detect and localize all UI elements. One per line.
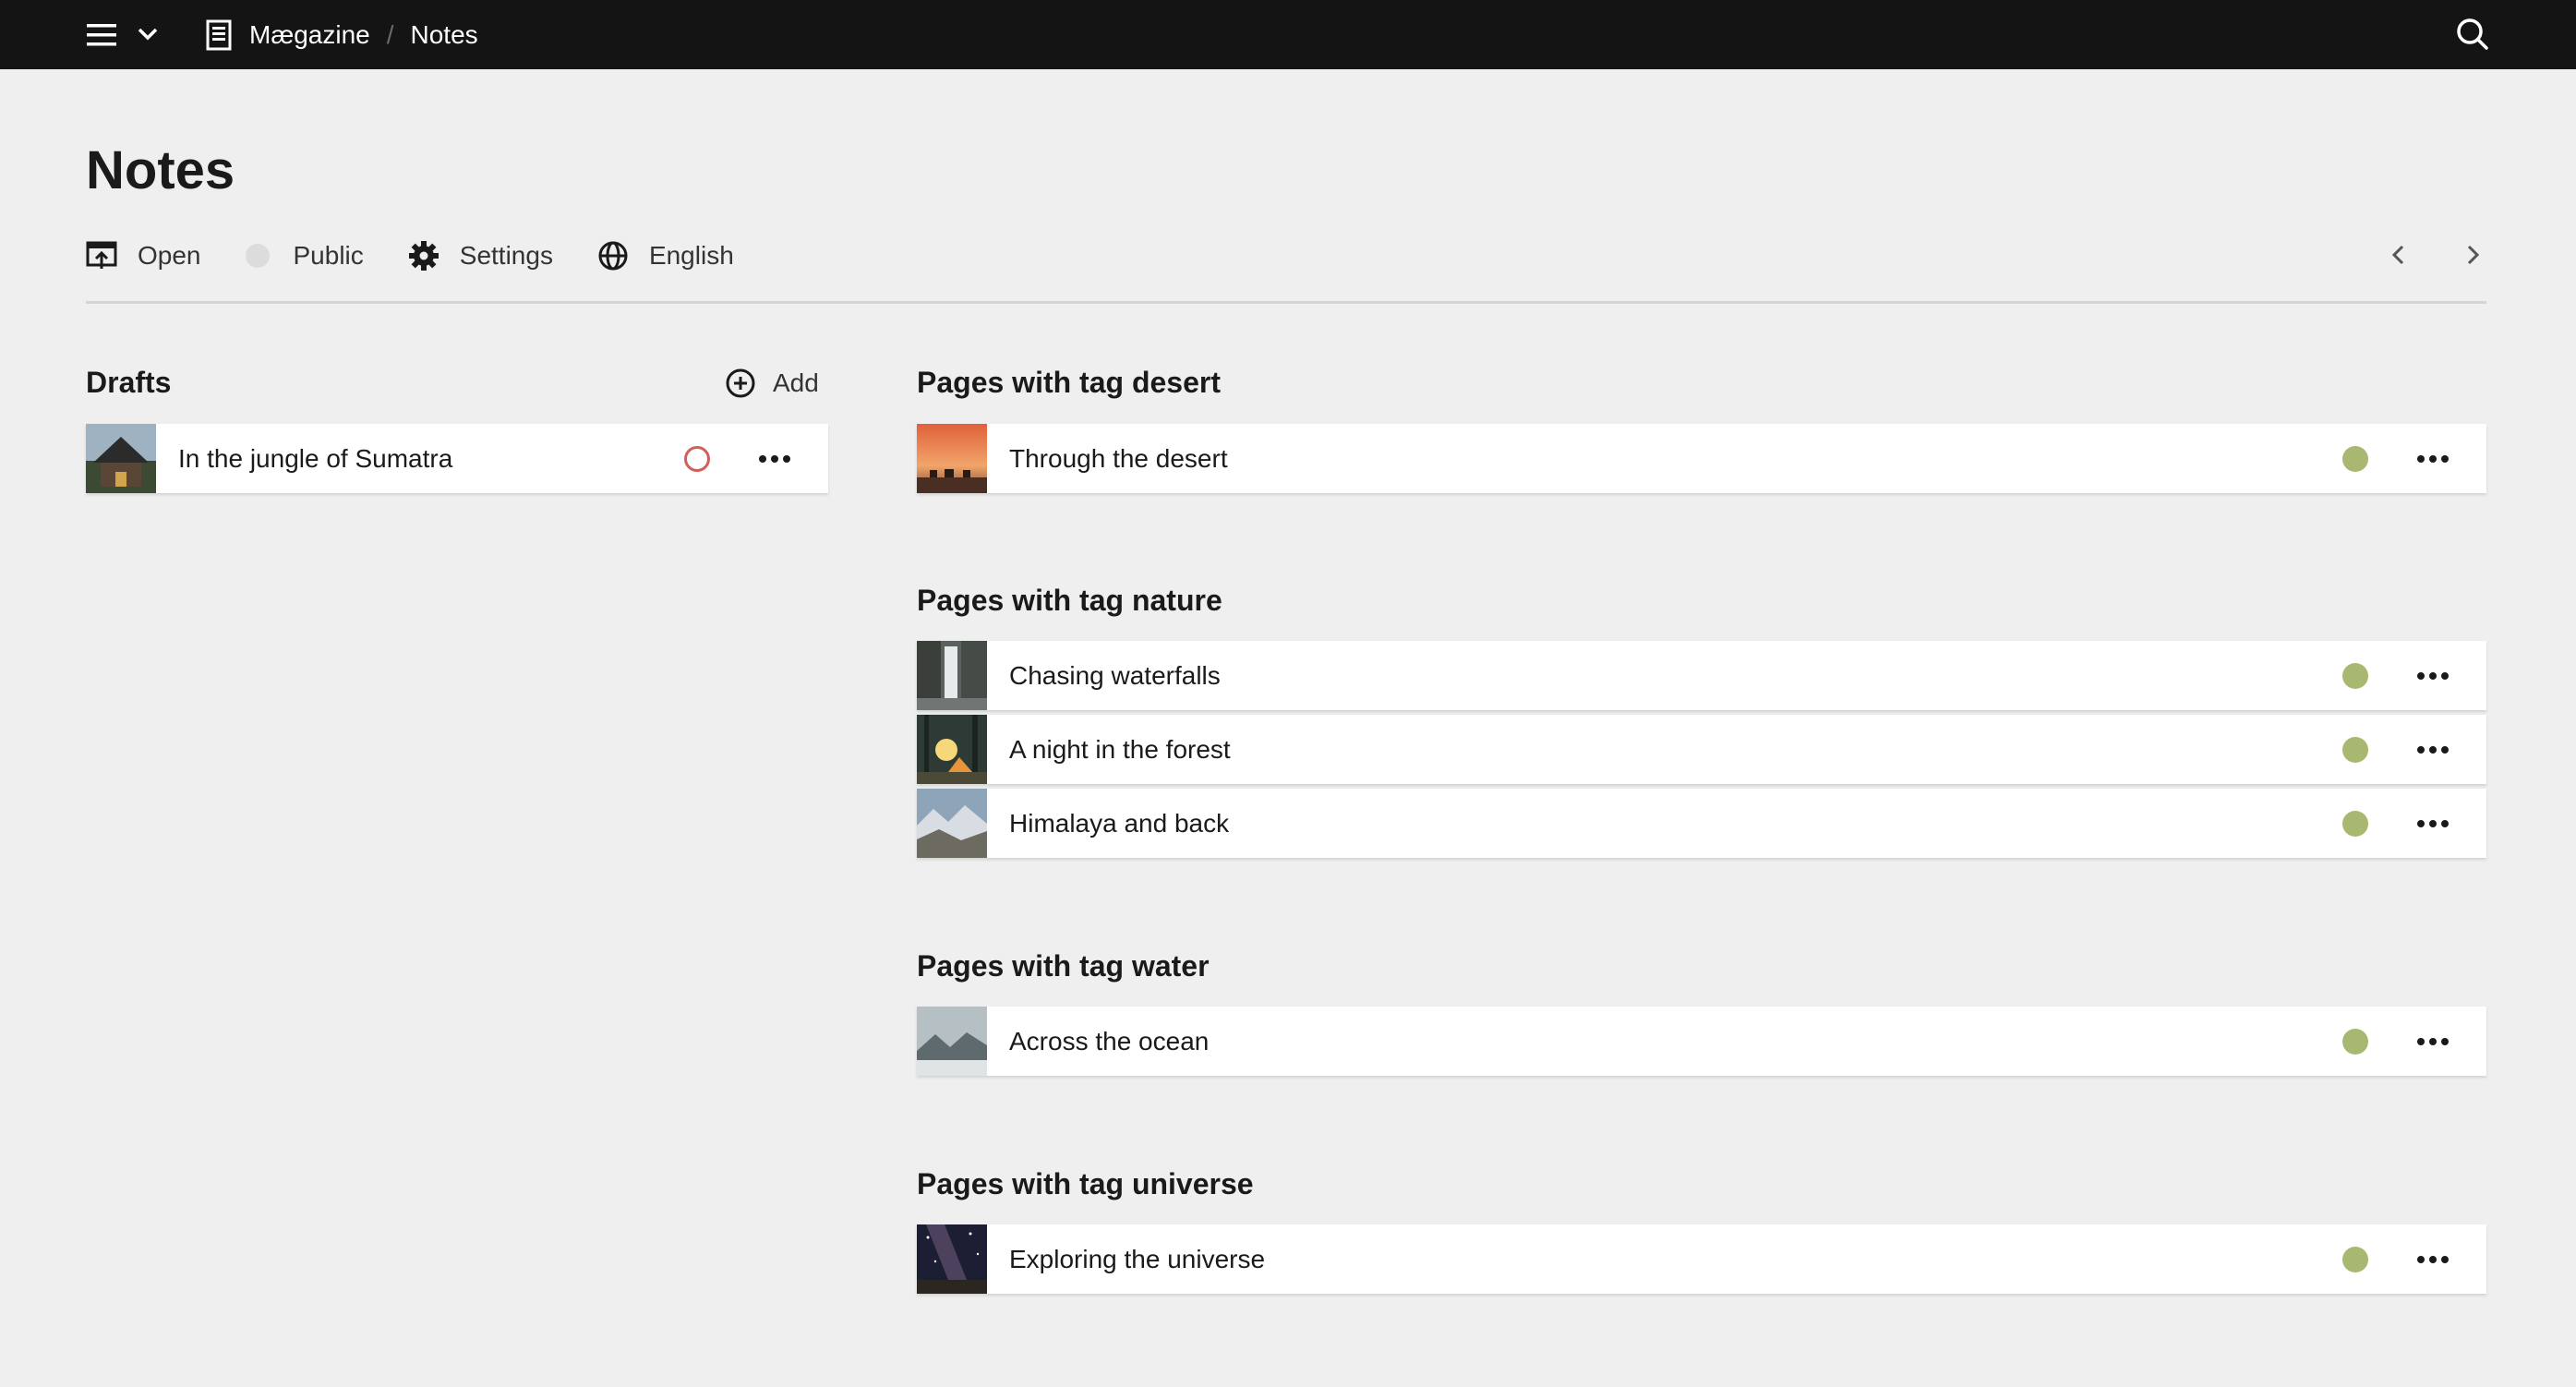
page-row[interactable]: Exploring the universe	[917, 1224, 2486, 1294]
page-title-link[interactable]: Himalaya and back	[1009, 809, 2342, 838]
page-row[interactable]: Himalaya and back	[917, 789, 2486, 858]
hamburger-menu-button[interactable]	[83, 17, 120, 54]
draft-status-icon	[684, 445, 710, 472]
settings-button[interactable]: Settings	[408, 240, 553, 271]
page-title: Notes	[86, 140, 235, 200]
open-label: Open	[138, 241, 201, 270]
section-title-universe: Pages with tag universe	[917, 1167, 1254, 1200]
page-thumbnail	[917, 1224, 987, 1294]
page-row[interactable]: Through the desert	[917, 424, 2486, 493]
page-toolbar: Open Public Settings English	[86, 235, 778, 277]
page-thumbnail	[917, 789, 987, 858]
page-title-link[interactable]: Chasing waterfalls	[1009, 661, 2342, 691]
toolbar-divider	[86, 301, 2486, 304]
menu-dropdown-button[interactable]	[134, 20, 162, 48]
page-title-link[interactable]: Across the ocean	[1009, 1027, 2342, 1056]
visibility-label: Public	[293, 241, 364, 270]
page-thumbnail	[917, 715, 987, 784]
section-title-desert: Pages with tag desert	[917, 366, 1221, 399]
hamburger-icon	[87, 24, 116, 46]
more-options-button[interactable]	[2414, 440, 2451, 477]
language-button[interactable]: English	[597, 240, 734, 271]
page-title-link[interactable]: Through the desert	[1009, 444, 2342, 474]
published-status-icon	[2342, 662, 2368, 689]
search-button[interactable]	[2454, 16, 2491, 53]
drafts-title: Drafts	[86, 366, 172, 399]
settings-label: Settings	[459, 241, 553, 270]
search-icon	[2457, 18, 2488, 50]
more-options-button[interactable]	[2414, 731, 2451, 768]
section-title-nature: Pages with tag nature	[917, 584, 1222, 617]
plus-circle-icon	[726, 368, 755, 398]
open-page-icon	[86, 241, 117, 269]
published-status-icon	[2342, 810, 2368, 837]
published-status-icon	[2342, 736, 2368, 763]
chevron-left-icon	[2391, 245, 2404, 265]
previous-page-button[interactable]	[2380, 236, 2417, 273]
more-options-button[interactable]	[756, 440, 793, 477]
breadcrumb-magazine[interactable]: Mægazine	[249, 20, 370, 50]
open-button[interactable]: Open	[86, 240, 201, 271]
page-thumbnail	[86, 424, 156, 493]
breadcrumb-separator: /	[386, 19, 394, 49]
add-draft-button[interactable]: Add	[725, 368, 819, 399]
add-label: Add	[773, 368, 819, 397]
page-title-link[interactable]: A night in the forest	[1009, 735, 2342, 765]
draft-title[interactable]: In the jungle of Sumatra	[178, 444, 684, 474]
breadcrumb-notes[interactable]: Notes	[411, 20, 478, 50]
more-options-button[interactable]	[2414, 805, 2451, 842]
visibility-button[interactable]: Public	[245, 241, 364, 271]
page-thumbnail	[917, 641, 987, 710]
chevron-down-icon	[138, 28, 158, 41]
top-bar: Mægazine / Notes	[0, 0, 2576, 69]
globe-icon	[598, 241, 628, 271]
published-status-icon	[2342, 445, 2368, 472]
language-label: English	[648, 241, 734, 270]
section-title-water: Pages with tag water	[917, 949, 1210, 983]
visibility-status-icon	[245, 244, 270, 268]
page-thumbnail	[917, 1007, 987, 1076]
breadcrumb: Mægazine / Notes	[205, 0, 478, 69]
more-options-button[interactable]	[2414, 1241, 2451, 1278]
next-page-button[interactable]	[2454, 236, 2491, 273]
page-row[interactable]: Across the ocean	[917, 1007, 2486, 1076]
published-status-icon	[2342, 1246, 2368, 1272]
page-row[interactable]: A night in the forest	[917, 715, 2486, 784]
more-options-button[interactable]	[2414, 1023, 2451, 1060]
more-options-button[interactable]	[2414, 657, 2451, 694]
published-status-icon	[2342, 1028, 2368, 1055]
chevron-right-icon	[2467, 245, 2480, 265]
page-title-link[interactable]: Exploring the universe	[1009, 1245, 2342, 1274]
draft-row[interactable]: In the jungle of Sumatra	[86, 424, 828, 493]
page-row[interactable]: Chasing waterfalls	[917, 641, 2486, 710]
gear-icon	[408, 241, 439, 271]
document-icon	[206, 19, 232, 50]
page-thumbnail	[917, 424, 987, 493]
